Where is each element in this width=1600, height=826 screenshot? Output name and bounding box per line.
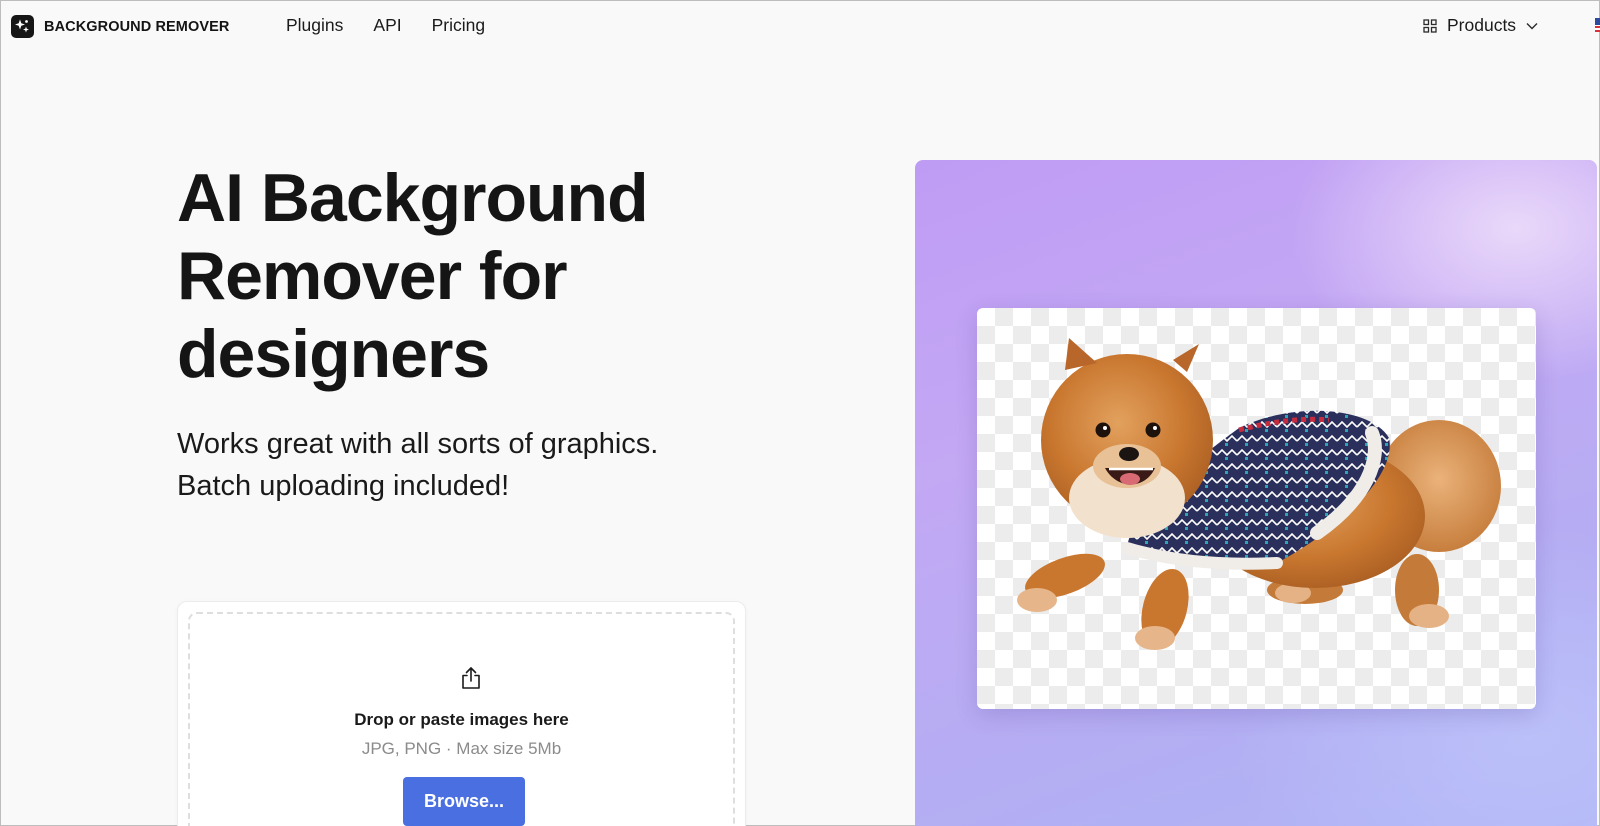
dropzone-hint: JPG, PNG · Max size 5Mb bbox=[361, 739, 562, 758]
page-title: AI Background Remover for designers bbox=[177, 159, 777, 393]
browse-button[interactable]: Browse... bbox=[403, 777, 525, 826]
title-line: AI Background bbox=[177, 160, 649, 236]
nav-link-api[interactable]: API bbox=[373, 15, 401, 36]
us-flag-icon[interactable] bbox=[1595, 18, 1600, 32]
subtitle-line: Works great with all sorts of graphics. bbox=[177, 428, 659, 460]
brand-logo[interactable]: BACKGROUND REMOVER bbox=[11, 15, 229, 38]
title-line: Remover for bbox=[177, 238, 568, 314]
image-dropzone[interactable]: Drop or paste images here JPG, PNG · Max… bbox=[188, 612, 735, 826]
nav-link-pricing[interactable]: Pricing bbox=[432, 15, 486, 36]
dropzone-label: Drop or paste images here bbox=[354, 710, 569, 729]
result-preview-image bbox=[977, 308, 1536, 709]
share-upload-icon bbox=[460, 666, 482, 690]
nav-link-plugins[interactable]: Plugins bbox=[286, 15, 343, 36]
title-line: designers bbox=[177, 316, 490, 392]
grid-icon bbox=[1423, 18, 1437, 33]
products-label: Products bbox=[1447, 15, 1517, 35]
sparkle-logo-icon bbox=[11, 15, 34, 38]
brand-name: BACKGROUND REMOVER bbox=[44, 18, 230, 35]
upload-card: Drop or paste images here JPG, PNG · Max… bbox=[177, 601, 746, 826]
showcase-panel bbox=[915, 160, 1597, 826]
dog-cutout-illustration bbox=[1017, 338, 1501, 650]
chevron-down-icon bbox=[1526, 22, 1538, 30]
subtitle-line: Batch uploading included! bbox=[177, 470, 510, 502]
hero-subtitle: Works great with all sorts of graphics. … bbox=[177, 423, 777, 507]
main-nav: Plugins API Pricing bbox=[286, 15, 485, 36]
top-navigation: BACKGROUND REMOVER Plugins API Pricing P… bbox=[1, 1, 1600, 51]
products-menu-button[interactable]: Products bbox=[1423, 15, 1538, 36]
